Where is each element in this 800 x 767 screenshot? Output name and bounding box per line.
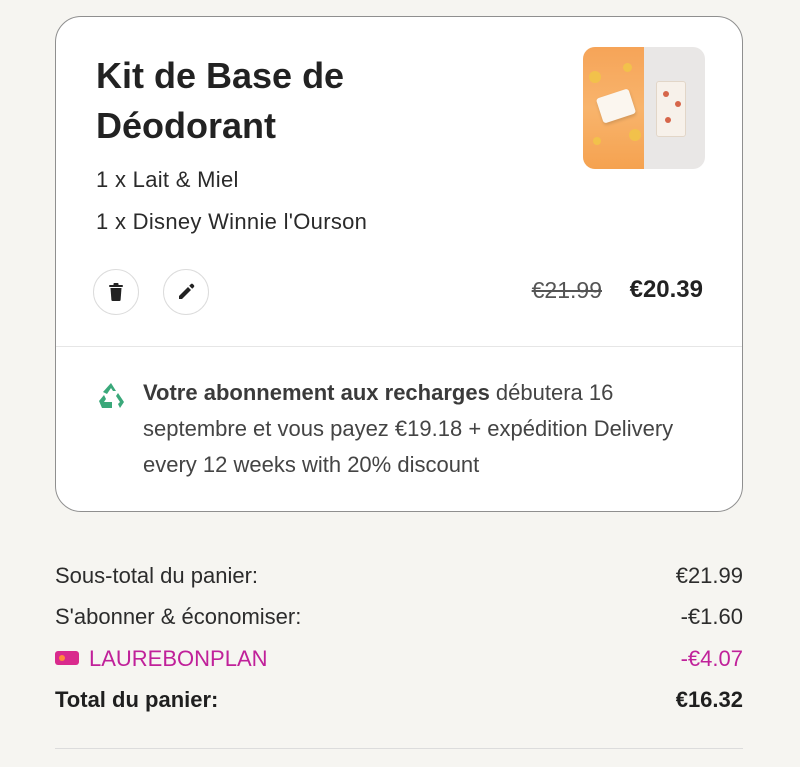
- variant-line: 1 x Lait & Miel: [96, 167, 239, 192]
- cart-item-card: Kit de Base de Déodorant 1 x Lait & Miel…: [55, 16, 743, 512]
- coupon-tag-icon: [55, 651, 79, 666]
- edit-button[interactable]: [163, 269, 209, 315]
- divider: [55, 748, 743, 749]
- trash-icon: [109, 283, 123, 301]
- total-value: €16.32: [675, 687, 743, 712]
- product-thumbnail[interactable]: [583, 47, 705, 169]
- price-original: €21.99: [531, 277, 602, 303]
- recycle-icon: [99, 383, 124, 408]
- total-label: Total du panier:: [55, 687, 219, 712]
- subscribe-value: -€1.60: [680, 604, 743, 629]
- coupon-row: LAUREBONPLAN -€4.07: [55, 646, 743, 678]
- variant-line: 1 x Disney Winnie l'Ourson: [96, 209, 368, 234]
- subtotal-value: €21.99: [675, 563, 743, 588]
- delete-button[interactable]: [93, 269, 139, 315]
- subtotal-label: Sous-total du panier:: [55, 563, 259, 588]
- subscribe-savings-row: S'abonner & économiser: -€1.60: [55, 604, 743, 636]
- coupon-value: -€4.07: [680, 646, 743, 671]
- pencil-icon: [179, 283, 195, 299]
- divider: [56, 346, 742, 347]
- coupon-code: LAUREBONPLAN: [89, 646, 268, 671]
- product-title: Kit de Base de Déodorant: [96, 55, 345, 146]
- subscription-notice: Votre abonnement aux recharges débutera …: [143, 375, 703, 483]
- total-row: Total du panier: €16.32: [55, 687, 743, 719]
- subscription-bold: Votre abonnement aux recharges: [143, 380, 490, 405]
- subscribe-label: S'abonner & économiser:: [55, 604, 302, 629]
- subtotal-row: Sous-total du panier: €21.99: [55, 563, 743, 595]
- price-current: €20.39: [629, 276, 703, 303]
